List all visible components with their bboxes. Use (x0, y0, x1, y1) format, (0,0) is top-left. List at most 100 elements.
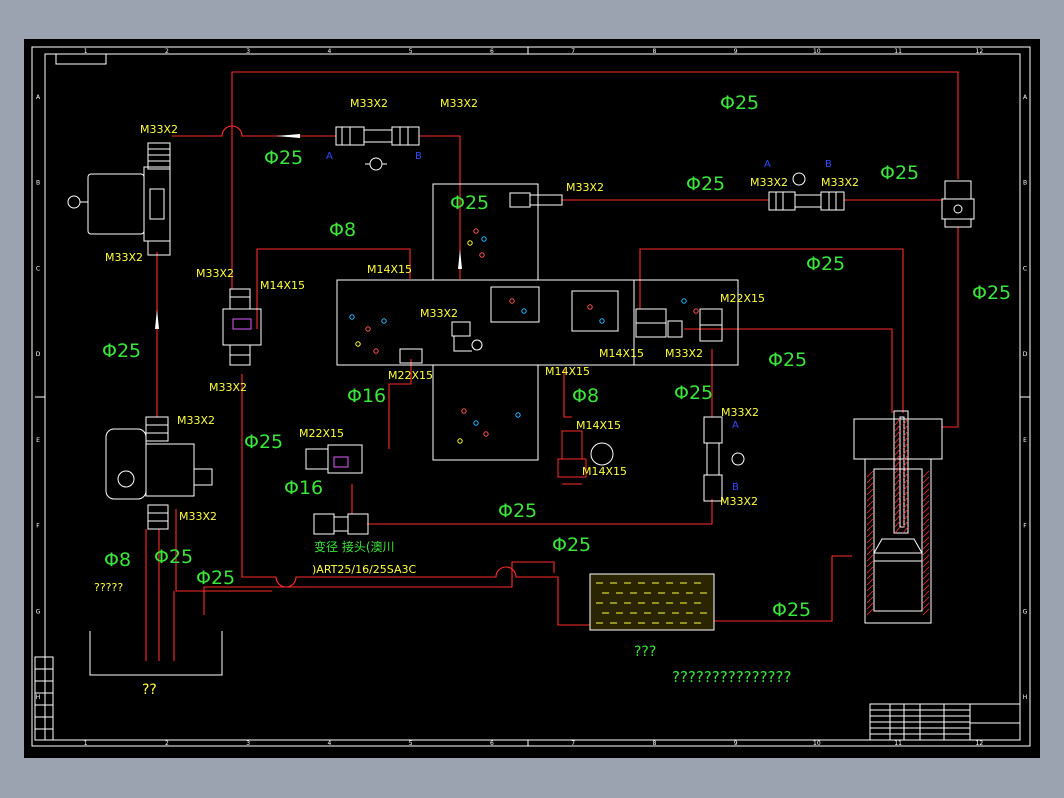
thread-label: M22X15 (299, 427, 344, 440)
port-hole (483, 431, 489, 437)
hatch-line (894, 490, 901, 498)
hatch-line (902, 526, 909, 534)
hatch-line (894, 502, 901, 510)
hatch-line (922, 602, 930, 610)
zone-row-label: A (1023, 94, 1028, 101)
diameter-label: Φ25 (102, 340, 141, 362)
manifold-bottom (432, 364, 539, 461)
thread-label: M33X2 (350, 97, 388, 110)
thread-label: M14X15 (367, 263, 412, 276)
drawing-frame (31, 46, 1031, 747)
hatch-line (866, 488, 874, 496)
hatch-line (922, 554, 930, 562)
zone-col-label: 4 (327, 740, 331, 747)
zone-col-label: 12 (976, 48, 984, 55)
hatch-line (866, 608, 874, 616)
hatch-line (894, 472, 901, 480)
port-label: A (732, 420, 739, 431)
port-hole (365, 326, 371, 332)
hatch-line (894, 460, 901, 468)
drawing-sheet: 1 1 2 2 3 3 4 4 5 5 6 6 7 7 8 8 9 9 10 10 11 11 12 12 AABBCCDDE… (24, 39, 1040, 758)
zone-col-label: 4 (327, 48, 331, 55)
diameter-label: Φ25 (450, 192, 489, 214)
port-label: B (732, 482, 739, 493)
hatch-line (866, 524, 874, 532)
thread-label: M33X2 (420, 307, 458, 320)
diameter-label: Φ25 (768, 349, 807, 371)
zone-col-label: 9 (734, 740, 738, 747)
hatch-line (894, 442, 901, 450)
hatch-line (922, 512, 930, 520)
zone-col-label: 10 (813, 740, 821, 747)
hatch-line (866, 518, 874, 526)
border-zone-rows: A A B B C C D D E E F F G G H H (36, 94, 1028, 701)
zone-col-label: 12 (976, 740, 984, 747)
hatch-line (922, 596, 930, 604)
zone-row-label: H (1023, 694, 1028, 701)
reservoir-note-label: ????? (94, 581, 123, 594)
hatch-line (894, 436, 901, 444)
hatch-line (922, 506, 930, 514)
port-hole (381, 318, 387, 324)
port-hole (473, 228, 479, 234)
manifold-blocks (336, 183, 739, 461)
thread-size-labels: M33X2 M33X2 M33X2 M33X2 M33X2 M33X2 M33X2 M33X2… (105, 97, 859, 523)
port-hole (467, 240, 473, 246)
thread-label: M33X2 (140, 123, 178, 136)
hatch-line (894, 448, 901, 456)
port-hole (473, 420, 479, 426)
hatch-line (866, 470, 874, 478)
diameter-label: Φ25 (498, 500, 537, 522)
hatch-line (866, 494, 874, 502)
left-reservoir (89, 631, 223, 676)
hatch-line (866, 542, 874, 550)
zone-row-label: G (1023, 608, 1028, 615)
zone-row-label: D (1023, 351, 1028, 358)
manifold-ports (349, 228, 699, 444)
zone-col-label: 2 (165, 740, 169, 747)
hatch-line (894, 418, 901, 426)
hatch-line (922, 566, 930, 574)
zone-row-label: H (36, 694, 41, 701)
hatch-line (922, 500, 930, 508)
hatch-line (866, 554, 874, 562)
hatch-line (866, 566, 874, 574)
check-valve-top (335, 126, 420, 171)
diameter-label: Φ25 (880, 162, 919, 184)
hatch-line (866, 500, 874, 508)
thread-label: M14X15 (582, 465, 627, 478)
thread-label: M14X15 (545, 365, 590, 378)
diameter-label: Φ25 (264, 147, 303, 169)
zone-col-label: 5 (409, 48, 413, 55)
port-hole (681, 298, 687, 304)
zone-col-label: 7 (571, 740, 575, 747)
thread-label: M33X2 (750, 176, 788, 189)
thread-label: M14X15 (599, 347, 644, 360)
diameter-label: Φ8 (329, 219, 356, 241)
zone-col-label: 1 (84, 740, 88, 747)
port-hole (355, 341, 361, 347)
port-hole (481, 236, 487, 242)
zone-col-label: 8 (652, 48, 656, 55)
hatch-line (866, 590, 874, 598)
port-hole (479, 252, 485, 258)
port-label: A (326, 151, 333, 162)
thread-label: M33X2 (665, 347, 703, 360)
diameter-label: Φ25 (772, 599, 811, 621)
hatch-line (866, 548, 874, 556)
port-hole (349, 314, 355, 320)
cylinder-hatch (866, 418, 930, 616)
hatch-line (922, 530, 930, 538)
thread-label: M33X2 (566, 181, 604, 194)
pipe-cylinder-feed-b (684, 328, 893, 413)
zone-row-label: F (1023, 523, 1027, 530)
hatch-line (922, 590, 930, 598)
adapter-name-label: 变径 接头(澳川 (314, 539, 395, 554)
port-hole (521, 308, 527, 314)
port-label: B (415, 151, 422, 162)
hatch-line (894, 454, 901, 462)
pressure-filter (305, 444, 363, 474)
zone-col-label: 10 (813, 48, 821, 55)
zone-col-label: 9 (734, 48, 738, 55)
hatch-line (922, 572, 930, 580)
